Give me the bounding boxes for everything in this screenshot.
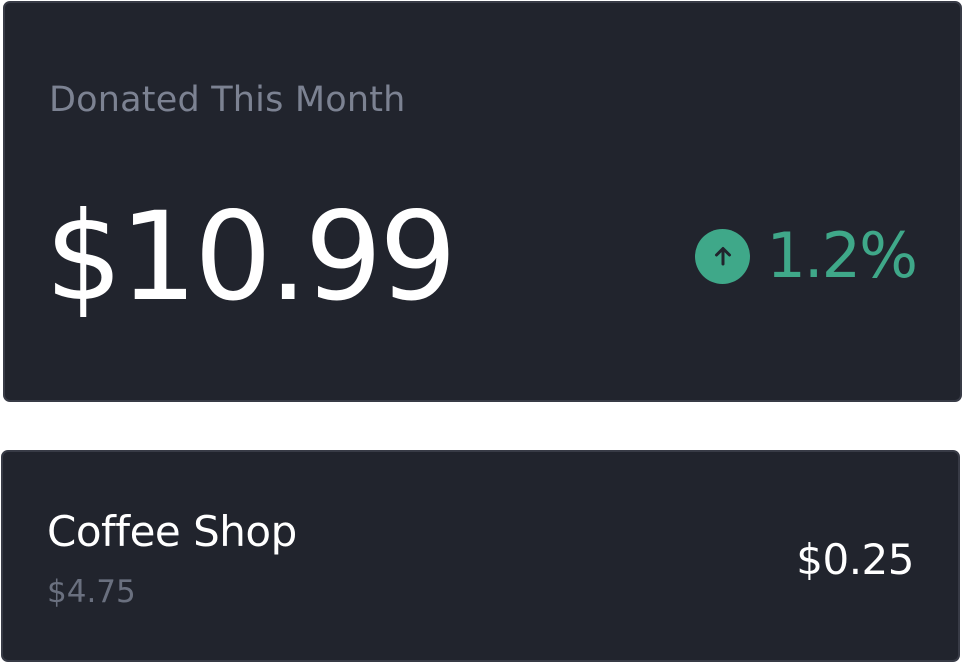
transaction-purchase-amount: $4.75	[47, 574, 136, 610]
donation-summary-label: Donated This Month	[49, 80, 406, 120]
transaction-list-item[interactable]: Coffee Shop $4.75 $0.25	[1, 450, 960, 662]
change-indicator: 1.2%	[695, 219, 918, 292]
transaction-donation-amount: $0.25	[796, 535, 914, 584]
donation-total-amount: $10.99	[45, 186, 457, 328]
transaction-merchant-name: Coffee Shop	[47, 507, 297, 556]
monthly-donation-card: Donated This Month $10.99 1.2%	[3, 1, 962, 402]
change-percentage: 1.2%	[766, 219, 918, 292]
arrow-up-circle-icon	[695, 228, 751, 284]
